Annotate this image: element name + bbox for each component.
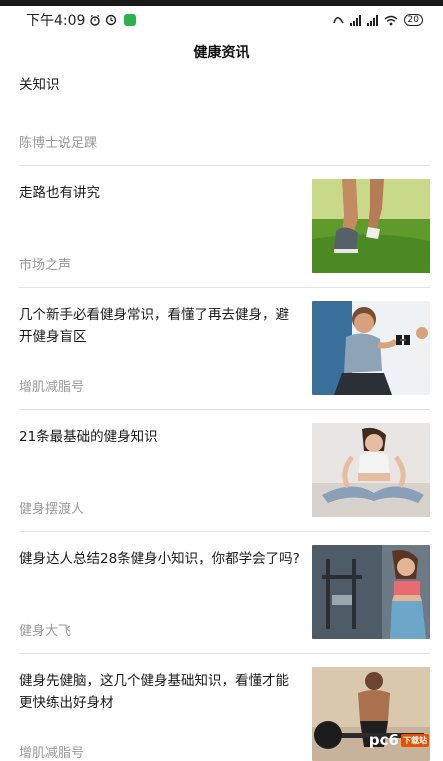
article-item[interactable]: 健身达人总结28条健身小知识，你都学会了吗? 健身大飞	[19, 532, 430, 654]
pc6-watermark: pc6 下载站	[369, 731, 429, 749]
dumbbell-workout-image[interactable]	[312, 301, 430, 395]
article-feed[interactable]: 关知识 陈博士说足踝 走路也有讲究 市场之声 几个新手必看健身常识，看懂了再去健…	[0, 70, 443, 761]
article-title: 几个新手必看健身常识，看懂了再去健身，避开健身盲区	[19, 307, 289, 345]
status-bar: 下午4:09 20	[0, 0, 443, 34]
article-title: 健身达人总结28条健身小知识，你都学会了吗?	[19, 551, 300, 567]
article-source: 健身大飞	[19, 624, 72, 639]
wifi-icon	[384, 15, 397, 25]
article-title: 21条最基础的健身知识	[19, 429, 158, 445]
yoga-woman-image[interactable]	[312, 423, 430, 517]
nfc-icon	[332, 16, 344, 24]
article-source: 增肌减脂号	[19, 746, 85, 761]
clock-icon	[106, 14, 117, 26]
alarm-icon	[90, 14, 101, 26]
article-title: 关知识	[19, 77, 60, 93]
status-left: 下午4:09	[26, 10, 137, 30]
status-right: 20	[332, 14, 423, 26]
article-title: 走路也有讲究	[19, 185, 100, 201]
status-time: 下午4:09	[26, 13, 86, 29]
article-source: 增肌减脂号	[19, 380, 85, 395]
article-source: 市场之声	[19, 258, 72, 273]
gym-woman-image[interactable]	[312, 545, 430, 639]
signal-icon-sim2	[366, 14, 378, 26]
watermark-text: pc6	[368, 731, 399, 749]
article-source: 陈博士说足踝	[19, 136, 98, 151]
article-title: 健身先健脑，这几个健身基础知识，看懂才能更快练出好身材	[19, 673, 289, 711]
article-item[interactable]: 关知识 陈博士说足踝	[19, 70, 430, 166]
article-source: 健身摆渡人	[19, 502, 85, 517]
page-header: 健康资讯	[0, 34, 443, 70]
watermark-badge: 下载站	[401, 733, 429, 747]
signal-icon-sim1	[349, 14, 361, 26]
wechat-notification-icon	[124, 14, 137, 26]
battery-icon: 20	[403, 14, 423, 26]
article-item[interactable]: 几个新手必看健身常识，看懂了再去健身，避开健身盲区 增肌减脂号	[19, 288, 430, 410]
walking-legs-image[interactable]	[312, 179, 430, 273]
article-item[interactable]: 走路也有讲究 市场之声	[19, 166, 430, 288]
article-item[interactable]: 21条最基础的健身知识 健身摆渡人	[19, 410, 430, 532]
page-title: 健康资讯	[193, 45, 250, 61]
